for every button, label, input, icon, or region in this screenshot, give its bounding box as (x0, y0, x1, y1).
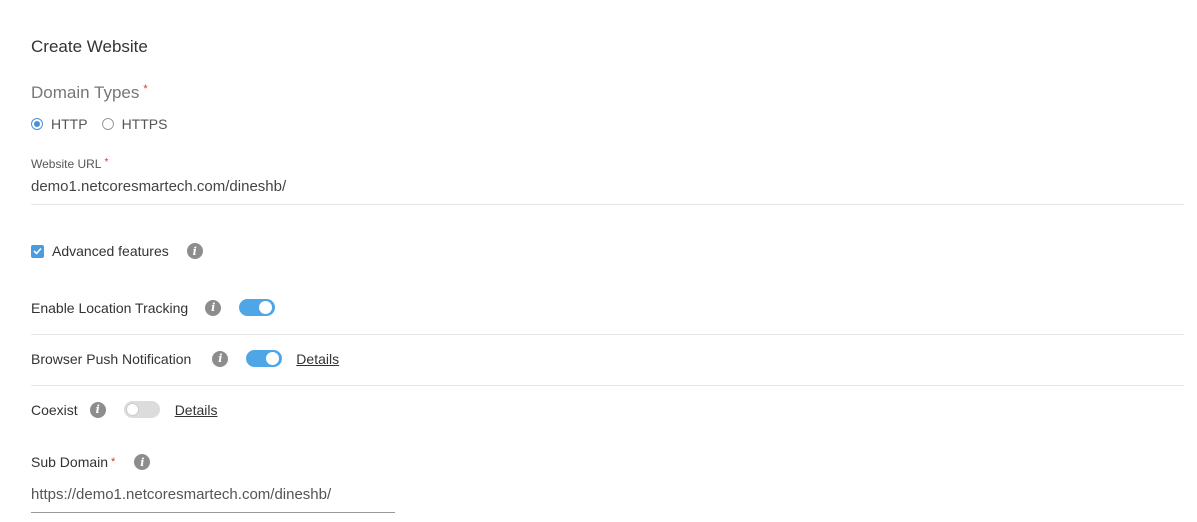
location-tracking-label: Enable Location Tracking (31, 299, 189, 316)
info-icon[interactable]: i (134, 454, 151, 470)
advanced-features-label: Advanced features (52, 243, 169, 259)
coexist-row: Coexist i Details (31, 401, 217, 418)
divider (31, 204, 1184, 205)
page-title: Create Website (31, 37, 148, 56)
input-underline (31, 512, 395, 513)
domain-type-radio-group: HTTP HTTPS (31, 116, 181, 132)
http-radio-label[interactable]: HTTP (51, 116, 88, 132)
toggle-knob (266, 352, 280, 365)
info-icon[interactable]: i (186, 243, 203, 259)
website-url-field[interactable]: demo1.netcoresmartech.com/dineshb/ (31, 178, 286, 195)
location-tracking-toggle[interactable] (239, 299, 276, 316)
toggle-knob (125, 403, 139, 416)
website-url-label-text: Website URL (31, 157, 102, 171)
sub-domain-value[interactable]: https://demo1.netcoresmartech.com/dinesh… (31, 486, 395, 503)
checkmark-icon (33, 247, 42, 255)
required-mark: * (111, 456, 116, 468)
advanced-features-checkbox[interactable] (31, 244, 44, 258)
advanced-features-row: Advanced features i (31, 243, 203, 259)
toggle-knob (259, 301, 273, 314)
domain-types-text: Domain Types (31, 83, 140, 102)
coexist-details-link[interactable]: Details (175, 402, 218, 418)
divider (31, 385, 1184, 386)
info-icon[interactable]: i (89, 401, 106, 418)
website-url-label: Website URL * (31, 157, 108, 171)
info-icon[interactable]: i (205, 299, 222, 316)
domain-types-label: Domain Types * (31, 83, 148, 103)
https-radio-label[interactable]: HTTPS (122, 116, 168, 132)
browser-push-label: Browser Push Notification (31, 350, 192, 367)
info-icon[interactable]: i (212, 350, 229, 367)
http-radio[interactable] (31, 118, 43, 130)
required-mark: * (104, 157, 109, 168)
location-tracking-row: Enable Location Tracking i (31, 299, 276, 316)
divider (31, 334, 1184, 335)
sub-domain-label-row: Sub Domain * i (31, 454, 151, 470)
browser-push-row: Browser Push Notification i Details (31, 350, 339, 367)
browser-push-toggle[interactable] (246, 350, 283, 367)
https-radio[interactable] (101, 118, 114, 130)
sub-domain-label: Sub Domain (31, 454, 109, 470)
browser-push-details-link[interactable]: Details (296, 351, 339, 367)
coexist-toggle[interactable] (123, 401, 160, 418)
coexist-label: Coexist (31, 401, 78, 418)
sub-domain-input[interactable]: https://demo1.netcoresmartech.com/dinesh… (31, 486, 395, 513)
required-mark: * (143, 83, 148, 95)
